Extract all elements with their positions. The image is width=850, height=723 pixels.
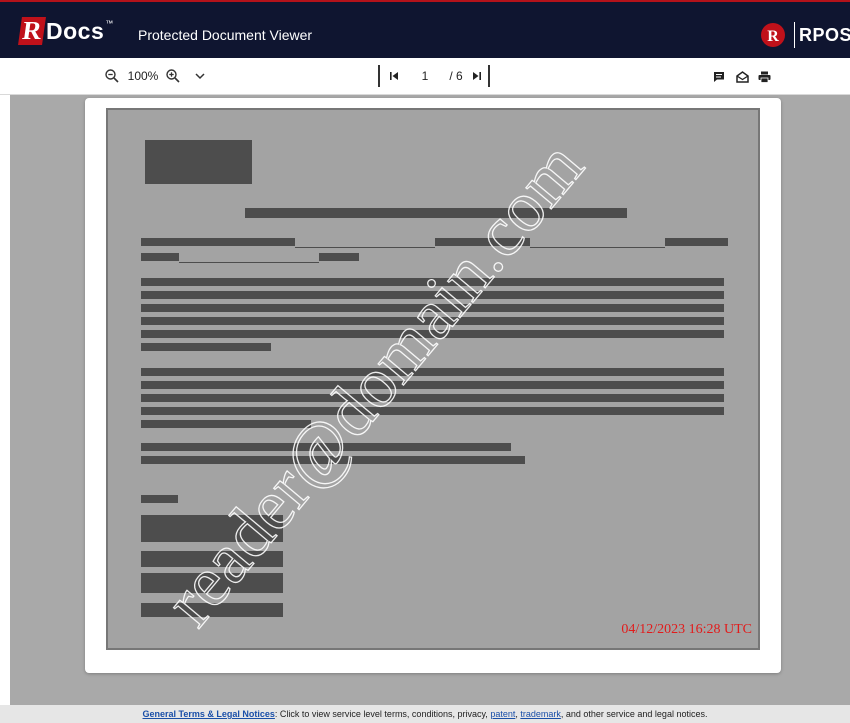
redacted-text-line <box>141 420 311 428</box>
redacted-field <box>665 238 728 246</box>
first-page-button[interactable] <box>385 65 403 87</box>
redacted-text-line <box>141 278 724 286</box>
app-header: R Docs ™ Protected Document Viewer R RPO… <box>0 0 850 58</box>
zoom-in-button[interactable] <box>163 65 183 87</box>
total-pages: / 6 <box>449 69 463 83</box>
trademark-link[interactable]: trademark <box>520 709 561 719</box>
redacted-text-line <box>141 368 724 376</box>
redacted-text-line <box>141 343 271 351</box>
zoom-in-icon <box>166 69 180 83</box>
app-root: R Docs ™ Protected Document Viewer R RPO… <box>0 0 850 723</box>
redacted-signer-title <box>141 573 283 593</box>
redacted-signer-name <box>141 551 283 567</box>
last-page-icon <box>473 72 481 80</box>
redacted-text-line <box>141 407 724 415</box>
zoom-dropdown-button[interactable] <box>190 65 210 87</box>
comment-button[interactable] <box>710 65 728 87</box>
redacted-field <box>319 253 359 261</box>
redacted-field <box>141 253 179 261</box>
view-timestamp: 04/12/2023 16:28 UTC <box>621 622 752 637</box>
redacted-closing <box>141 495 178 503</box>
powered-divider <box>794 22 795 48</box>
document-page: reader@domain.com 04/12/2023 16:28 UTC <box>106 108 760 650</box>
redacted-text-line <box>141 304 724 312</box>
logo-docs-text: Docs <box>46 17 105 44</box>
patent-link[interactable]: patent <box>490 709 515 719</box>
open-mail-button[interactable] <box>733 65 751 87</box>
printer-icon <box>758 71 770 83</box>
last-page-button[interactable] <box>468 65 486 87</box>
viewer-toolbar: 100% / 6 <box>0 58 850 95</box>
field-underline <box>179 262 319 263</box>
redacted-letterhead <box>145 140 252 184</box>
redacted-field <box>435 238 530 246</box>
redacted-title <box>245 208 627 218</box>
powered-by-name: RPOST <box>799 24 850 45</box>
comment-icon <box>714 72 724 82</box>
redacted-text-line <box>141 330 724 338</box>
print-button[interactable] <box>755 65 773 87</box>
field-underline <box>295 247 435 248</box>
redacted-text-line <box>141 443 511 451</box>
left-gutter <box>0 95 10 705</box>
field-underline <box>530 247 665 248</box>
terms-link[interactable]: General Terms & Legal Notices <box>143 709 275 719</box>
zoom-out-icon <box>105 69 119 83</box>
powered-by-badge-icon: R <box>761 23 785 47</box>
logo-trademark: ™ <box>105 18 114 28</box>
chevron-down-icon <box>195 73 205 80</box>
redacted-text-line <box>141 381 724 389</box>
footer-text-3: , and other service and legal notices. <box>560 709 708 719</box>
first-page-icon <box>390 72 398 80</box>
email-watermark: reader@domain.com <box>148 125 599 640</box>
logo-r-mark: R <box>18 16 46 45</box>
open-envelope-icon <box>735 71 749 83</box>
redacted-text-line <box>141 394 724 402</box>
redacted-signer-company <box>141 603 283 617</box>
legal-footer: General Terms & Legal Notices: Click to … <box>0 705 850 723</box>
redacted-signature <box>141 515 283 542</box>
toolbar-divider-right <box>488 65 490 87</box>
zoom-level[interactable]: 100% <box>126 65 160 87</box>
redacted-text-line <box>141 456 525 464</box>
svg-text:R: R <box>767 28 779 45</box>
redacted-text-line <box>141 291 724 299</box>
page-number-input[interactable] <box>410 65 440 87</box>
redacted-field <box>141 238 295 246</box>
rdocs-logo: R Docs ™ <box>18 16 114 46</box>
app-title: Protected Document Viewer <box>138 27 313 43</box>
footer-text-1: : Click to view service level terms, con… <box>274 709 491 719</box>
redacted-text-line <box>141 317 724 325</box>
powered-by-logo: R RPOST <box>758 20 850 50</box>
toolbar-divider-left <box>378 65 380 87</box>
zoom-out-button[interactable] <box>102 65 122 87</box>
